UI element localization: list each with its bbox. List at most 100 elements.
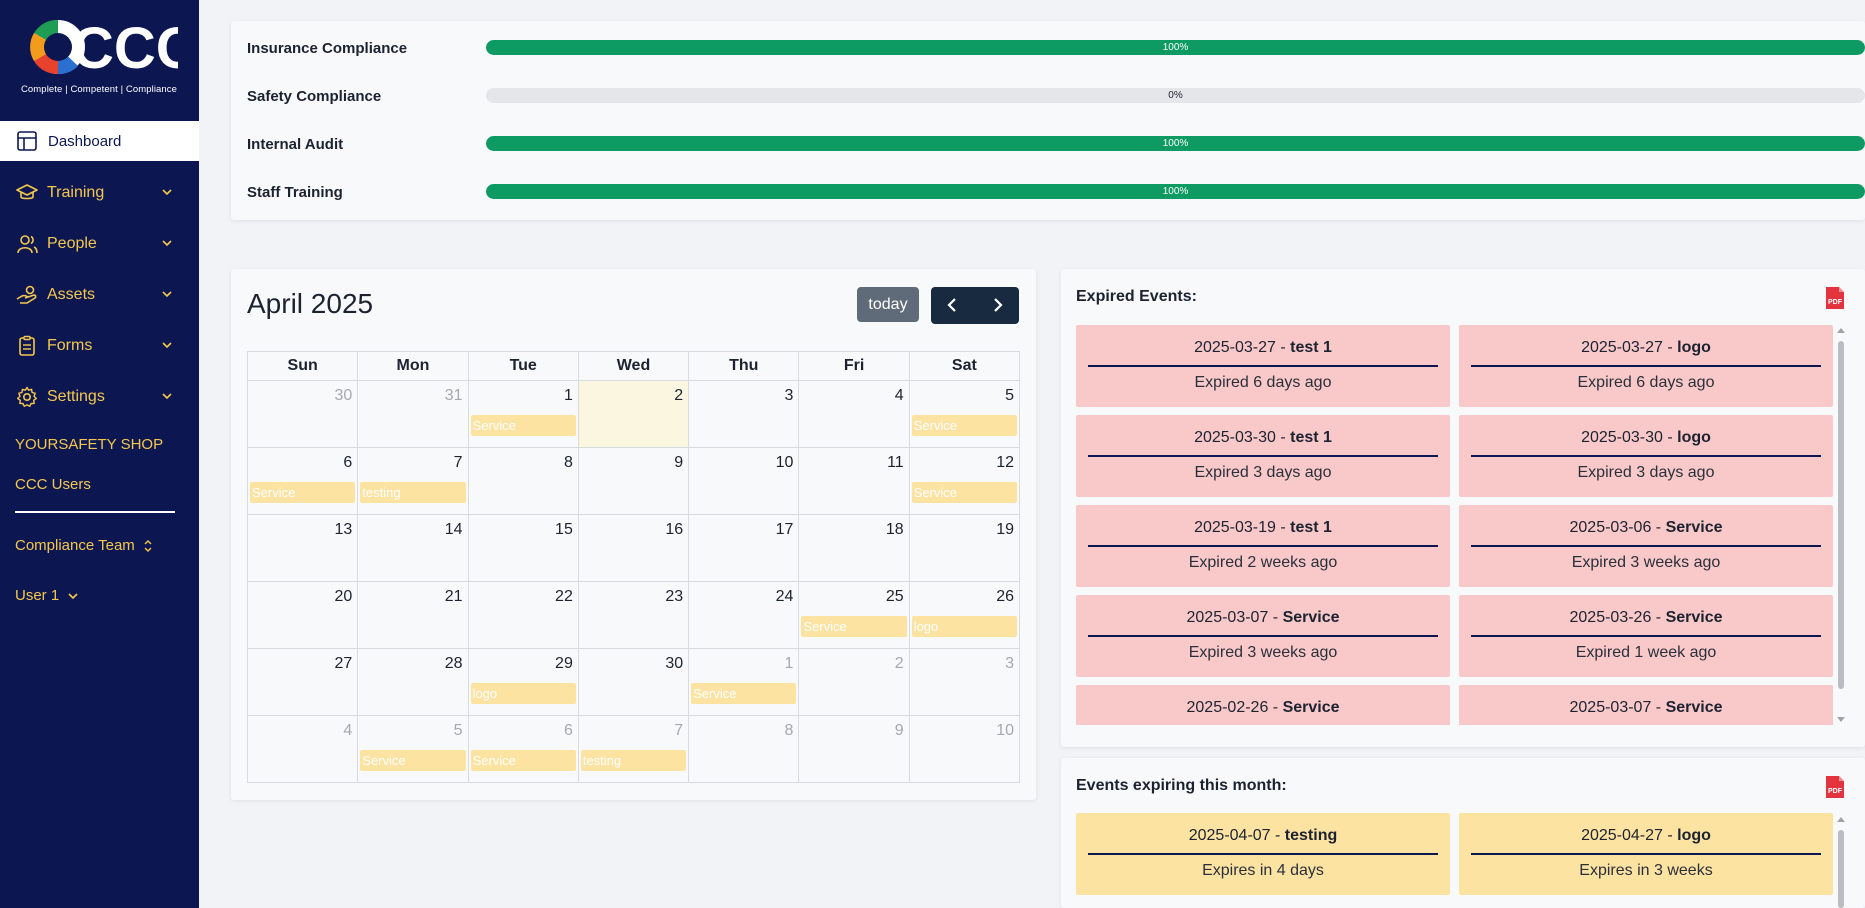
day-number[interactable]: 24: [776, 588, 794, 606]
calendar-day[interactable]: 9: [798, 715, 910, 783]
calendar-day[interactable]: 19: [908, 514, 1021, 582]
event-card[interactable]: 2025-03-30 - logo Expired 3 days ago: [1459, 415, 1833, 497]
calendar-event[interactable]: testing: [360, 482, 466, 503]
expiring-events-list[interactable]: 2025-04-07 - testing Expires in 4 days 202…: [1076, 813, 1856, 908]
day-number[interactable]: 11: [887, 454, 904, 472]
calendar-event[interactable]: logo: [911, 616, 1017, 637]
calendar-day[interactable]: 20: [246, 581, 359, 649]
calendar-day[interactable]: 28: [357, 648, 469, 716]
day-number[interactable]: 19: [996, 521, 1014, 539]
yoursafety-shop-link[interactable]: YOURSAFETY SHOP: [15, 436, 163, 453]
calendar-day[interactable]: 7 testing: [577, 715, 690, 783]
day-number[interactable]: 2: [674, 387, 683, 405]
event-card[interactable]: 2025-03-19 - test 1 Expired 2 weeks ago: [1076, 505, 1450, 587]
calendar-day[interactable]: 3: [908, 648, 1021, 716]
calendar-day[interactable]: 6 Service: [467, 715, 579, 783]
calendar-day[interactable]: 8: [467, 447, 579, 515]
day-number[interactable]: 18: [886, 521, 904, 539]
calendar-day[interactable]: 7 testing: [357, 447, 469, 515]
day-number[interactable]: 9: [895, 722, 904, 740]
calendar-day[interactable]: 22: [467, 581, 579, 649]
calendar-day[interactable]: 13: [246, 514, 359, 582]
day-number[interactable]: 10: [776, 454, 794, 472]
team-selector[interactable]: Compliance Team: [15, 537, 153, 554]
prev-month-button[interactable]: [931, 287, 975, 324]
calendar-day-today[interactable]: 2: [577, 380, 690, 448]
day-number[interactable]: 2: [895, 655, 904, 673]
calendar-day[interactable]: 26 logo: [908, 581, 1021, 649]
day-number[interactable]: 6: [564, 722, 573, 740]
calendar-day[interactable]: 30: [246, 380, 359, 448]
day-number[interactable]: 12: [996, 454, 1014, 472]
day-number[interactable]: 1: [564, 387, 573, 405]
sidebar-item-forms[interactable]: Forms: [0, 326, 199, 366]
event-card[interactable]: 2025-03-26 - Service Expired 1 week ago: [1459, 595, 1833, 677]
event-card[interactable]: 2025-03-06 - Service Expired 3 weeks ago: [1459, 505, 1833, 587]
calendar-day[interactable]: 10: [908, 715, 1021, 783]
next-month-button[interactable]: [975, 287, 1019, 324]
event-card[interactable]: 2025-04-07 - testing Expires in 4 days: [1076, 813, 1450, 895]
day-number[interactable]: 4: [895, 387, 904, 405]
brand-logo[interactable]: CCC Complete | Competent | Compliance: [14, 14, 184, 98]
pdf-export-icon[interactable]: PDF: [1824, 285, 1846, 311]
calendar-day[interactable]: 23: [577, 581, 690, 649]
calendar-event[interactable]: Service: [911, 415, 1017, 436]
calendar-event[interactable]: Service: [691, 683, 797, 704]
day-number[interactable]: 25: [886, 588, 904, 606]
day-number[interactable]: 8: [564, 454, 573, 472]
calendar-day[interactable]: 5 Service: [908, 380, 1021, 448]
calendar-day[interactable]: 14: [357, 514, 469, 582]
today-button[interactable]: today: [857, 287, 919, 322]
calendar-day[interactable]: 30: [577, 648, 690, 716]
day-number[interactable]: 23: [665, 588, 683, 606]
calendar-day[interactable]: 31: [357, 380, 469, 448]
calendar-day[interactable]: 18: [798, 514, 910, 582]
day-number[interactable]: 28: [445, 655, 463, 673]
scrollbar[interactable]: [1836, 814, 1846, 908]
day-number[interactable]: 29: [555, 655, 573, 673]
day-number[interactable]: 27: [334, 655, 352, 673]
calendar-day[interactable]: 9: [577, 447, 690, 515]
calendar-day[interactable]: 27: [246, 648, 359, 716]
day-number[interactable]: 6: [343, 454, 352, 472]
calendar-event[interactable]: Service: [470, 750, 576, 771]
sidebar-item-assets[interactable]: Assets: [0, 275, 199, 315]
day-number[interactable]: 13: [334, 521, 352, 539]
calendar-day[interactable]: 4: [246, 715, 359, 783]
day-number[interactable]: 3: [785, 387, 794, 405]
calendar-day[interactable]: 25 Service: [798, 581, 910, 649]
calendar-day[interactable]: 11: [798, 447, 910, 515]
day-number[interactable]: 20: [334, 588, 352, 606]
day-number[interactable]: 5: [454, 722, 463, 740]
day-number[interactable]: 17: [776, 521, 794, 539]
calendar-day[interactable]: 10: [688, 447, 800, 515]
day-number[interactable]: 7: [674, 722, 683, 740]
event-card[interactable]: 2025-03-27 - test 1 Expired 6 days ago: [1076, 325, 1450, 407]
calendar-day[interactable]: 21: [357, 581, 469, 649]
day-number[interactable]: 21: [445, 588, 463, 606]
sidebar-item-training[interactable]: Training: [0, 173, 199, 213]
ccc-users-link[interactable]: CCC Users: [15, 476, 91, 493]
day-number[interactable]: 30: [334, 387, 352, 405]
calendar-day[interactable]: 12 Service: [908, 447, 1021, 515]
expired-events-list[interactable]: 2025-03-27 - test 1 Expired 6 days ago 202…: [1076, 325, 1856, 725]
day-number[interactable]: 15: [555, 521, 573, 539]
user-menu[interactable]: User 1: [15, 587, 79, 604]
calendar-event[interactable]: Service: [911, 482, 1017, 503]
event-card[interactable]: 2025-03-30 - test 1 Expired 3 days ago: [1076, 415, 1450, 497]
day-number[interactable]: 30: [665, 655, 683, 673]
calendar-event[interactable]: logo: [470, 683, 576, 704]
day-number[interactable]: 26: [996, 588, 1014, 606]
calendar-day[interactable]: 15: [467, 514, 579, 582]
day-number[interactable]: 1: [785, 655, 794, 673]
day-number[interactable]: 9: [674, 454, 683, 472]
calendar-day[interactable]: 1 Service: [688, 648, 800, 716]
calendar-event[interactable]: Service: [250, 482, 356, 503]
calendar-day[interactable]: 29 logo: [467, 648, 579, 716]
event-card[interactable]: 2025-03-07 - Service: [1459, 685, 1833, 725]
calendar-day[interactable]: 4: [798, 380, 910, 448]
scrollbar[interactable]: [1836, 325, 1846, 725]
calendar-day[interactable]: 5 Service: [357, 715, 469, 783]
day-number[interactable]: 5: [1005, 387, 1014, 405]
event-card[interactable]: 2025-02-26 - Service: [1076, 685, 1450, 725]
